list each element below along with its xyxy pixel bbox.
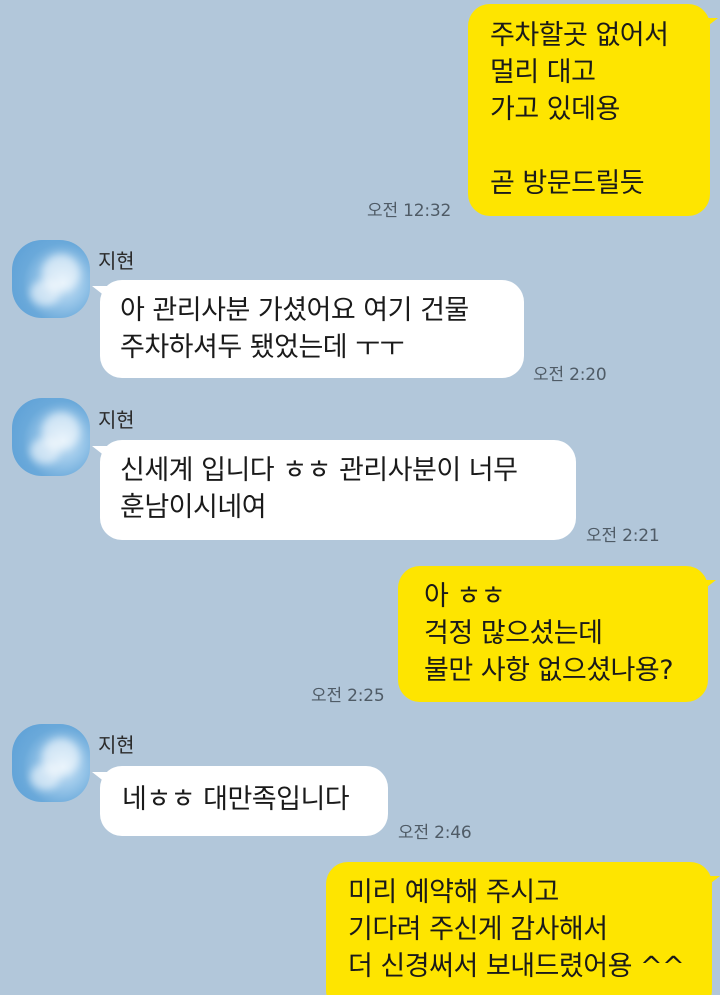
- chat-room[interactable]: 오전 12:32 주차할곳 없어서 멀리 대고 가고 있데용 곧 방문드릴듯 지…: [0, 0, 720, 995]
- message-time: 오전 2:46: [398, 823, 472, 843]
- message-time: 오전 12:32: [367, 201, 452, 221]
- message-time: 오전 2:20: [533, 365, 607, 385]
- avatar[interactable]: [12, 398, 90, 476]
- message-bubble-sent[interactable]: 아 ㅎㅎ 걱정 많으셨는데 불만 사항 없으셨나용?: [398, 566, 708, 702]
- sender-name: 지현: [98, 733, 135, 757]
- message-bubble-sent[interactable]: 주차할곳 없어서 멀리 대고 가고 있데용 곧 방문드릴듯: [468, 4, 710, 216]
- message-bubble-received[interactable]: 신세계 입니다 ㅎㅎ 관리사분이 너무 훈남이시네여: [100, 440, 576, 540]
- bubble-tail: [698, 580, 716, 594]
- bubble-tail: [702, 876, 720, 890]
- message-bubble-received[interactable]: 아 관리사분 가셨어요 여기 건물 주차하셔두 됐었는데 ㅜㅜ: [100, 280, 524, 378]
- sender-name: 지현: [98, 408, 135, 432]
- avatar[interactable]: [12, 724, 90, 802]
- bubble-tail: [700, 18, 718, 32]
- sender-name: 지현: [98, 249, 135, 273]
- message-bubble-received[interactable]: 네ㅎㅎ 대만족입니다: [100, 766, 388, 836]
- message-bubble-sent[interactable]: 미리 예약해 주시고 기다려 주신게 감사해서 더 신경써서 보내드렸어용 ^^: [326, 862, 712, 995]
- message-time: 오전 2:21: [586, 526, 660, 546]
- avatar[interactable]: [12, 240, 90, 318]
- message-time: 오전 2:25: [311, 686, 385, 706]
